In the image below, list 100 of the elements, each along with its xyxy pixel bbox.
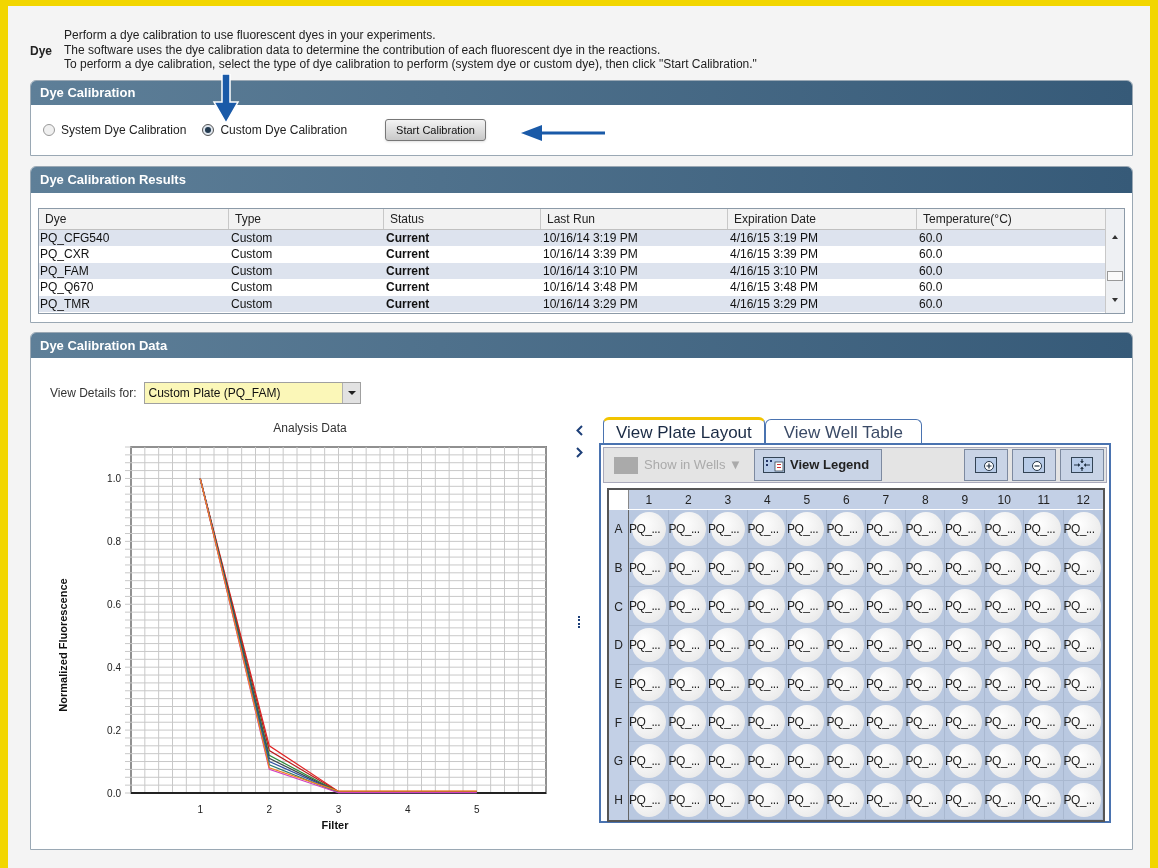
plate-well[interactable]: PQ_... <box>866 703 906 743</box>
radio-label[interactable]: System Dye Calibration <box>61 121 187 139</box>
plate-well[interactable]: PQ_... <box>826 626 866 665</box>
plate-well[interactable]: PQ_... <box>866 664 906 704</box>
plate-well[interactable]: PQ_... <box>866 780 906 820</box>
chevron-right-icon[interactable] <box>576 447 583 458</box>
column-header[interactable]: Last Run <box>541 209 728 229</box>
plate-well[interactable]: PQ_... <box>629 664 669 704</box>
scroll-down-icon[interactable] <box>1112 298 1118 302</box>
plate-well[interactable]: PQ_... <box>1024 548 1064 588</box>
plate-well[interactable]: PQ_... <box>668 626 708 665</box>
plate-well[interactable]: PQ_... <box>866 548 906 588</box>
plate-well[interactable]: PQ_... <box>1024 626 1064 665</box>
plate-well[interactable]: PQ_... <box>905 703 945 743</box>
plate-well[interactable]: PQ_... <box>747 587 787 627</box>
tab[interactable]: View Plate Layout <box>603 417 765 443</box>
plate-well[interactable]: PQ_... <box>905 548 945 588</box>
plate-well[interactable]: PQ_... <box>1024 664 1064 704</box>
plate-well[interactable]: PQ_... <box>668 780 708 820</box>
plate-well[interactable]: PQ_... <box>629 587 669 627</box>
plate-well[interactable]: PQ_... <box>945 742 985 781</box>
plate-well[interactable]: PQ_... <box>984 587 1024 627</box>
column-header[interactable]: Type <box>229 209 384 229</box>
plate-well[interactable]: PQ_... <box>905 780 945 820</box>
plate-well[interactable]: PQ_... <box>866 742 906 781</box>
plate-well[interactable]: PQ_... <box>787 780 827 820</box>
zoom-in-button[interactable] <box>964 449 1008 481</box>
plate-well[interactable]: PQ_... <box>945 587 985 627</box>
plate-well[interactable]: PQ_... <box>787 742 827 781</box>
plate-well[interactable]: PQ_... <box>787 510 827 549</box>
plate-well[interactable]: PQ_... <box>1063 548 1103 588</box>
plate-well[interactable]: PQ_... <box>629 780 669 820</box>
plate-well[interactable]: PQ_... <box>1063 703 1103 743</box>
start-calibration-button[interactable]: Start Calibration <box>385 119 486 141</box>
plate-well[interactable]: PQ_... <box>747 626 787 665</box>
radio-button[interactable] <box>43 124 55 136</box>
plate-well[interactable]: PQ_... <box>945 510 985 549</box>
plate-well[interactable]: PQ_... <box>945 664 985 704</box>
plate-well[interactable]: PQ_... <box>708 780 748 820</box>
plate-well[interactable]: PQ_... <box>866 587 906 627</box>
radio-label[interactable]: Custom Dye Calibration <box>220 121 348 139</box>
plate-well[interactable]: PQ_... <box>668 742 708 781</box>
plate-well[interactable]: PQ_... <box>747 742 787 781</box>
plate-well[interactable]: PQ_... <box>1024 780 1064 820</box>
plate-well[interactable]: PQ_... <box>984 780 1024 820</box>
plate-well[interactable]: PQ_... <box>668 587 708 627</box>
plate-well[interactable]: PQ_... <box>826 510 866 549</box>
plate-well[interactable]: PQ_... <box>708 742 748 781</box>
plate-well[interactable]: PQ_... <box>747 780 787 820</box>
plate-well[interactable]: PQ_... <box>826 664 866 704</box>
plate-well[interactable]: PQ_... <box>708 664 748 704</box>
scroll-up-icon[interactable] <box>1112 235 1118 239</box>
plate-well[interactable]: PQ_... <box>1063 626 1103 665</box>
plate-well[interactable]: PQ_... <box>787 587 827 627</box>
plate-well[interactable]: PQ_... <box>1024 587 1064 627</box>
plate-well[interactable]: PQ_... <box>945 703 985 743</box>
column-header[interactable]: Status <box>384 209 541 229</box>
plate-well[interactable]: PQ_... <box>747 664 787 704</box>
plate-well[interactable]: PQ_... <box>1063 510 1103 549</box>
plate-well[interactable]: PQ_... <box>945 626 985 665</box>
plate-well[interactable]: PQ_... <box>1024 703 1064 743</box>
plate-well[interactable]: PQ_... <box>708 703 748 743</box>
plate-well[interactable]: PQ_... <box>629 548 669 588</box>
plate-well[interactable]: PQ_... <box>866 626 906 665</box>
plate-well[interactable]: PQ_... <box>826 780 866 820</box>
zoom-out-button[interactable] <box>1012 449 1056 481</box>
plate-well[interactable]: PQ_... <box>668 510 708 549</box>
plate-well[interactable]: PQ_... <box>629 510 669 549</box>
radio-button[interactable] <box>202 124 215 136</box>
plate-well[interactable]: PQ_... <box>945 548 985 588</box>
plate-well[interactable]: PQ_... <box>1063 742 1103 781</box>
splitter-handle-icon[interactable] <box>578 616 580 628</box>
plate-well[interactable]: PQ_... <box>1063 780 1103 820</box>
plate-well[interactable]: PQ_... <box>708 587 748 627</box>
column-header[interactable]: Dye <box>39 209 229 229</box>
plate-well[interactable]: PQ_... <box>984 703 1024 743</box>
plate-well[interactable]: PQ_... <box>708 626 748 665</box>
plate-well[interactable]: PQ_... <box>984 510 1024 549</box>
plate-well[interactable]: PQ_... <box>747 510 787 549</box>
plate-well[interactable]: PQ_... <box>984 742 1024 781</box>
plate-well[interactable]: PQ_... <box>905 742 945 781</box>
plate-well[interactable]: PQ_... <box>668 703 708 743</box>
plate-well[interactable]: PQ_... <box>905 626 945 665</box>
chevron-left-icon[interactable] <box>576 425 583 436</box>
plate-well[interactable]: PQ_... <box>629 703 669 743</box>
tab[interactable]: View Well Table <box>764 419 922 443</box>
plate-well[interactable]: PQ_... <box>866 510 906 549</box>
scrollbar[interactable] <box>1105 209 1124 313</box>
plate-well[interactable]: PQ_... <box>708 548 748 588</box>
dropdown-caret-icon[interactable] <box>348 391 356 395</box>
view-legend-button[interactable]: View Legend <box>754 449 882 481</box>
plate-well[interactable]: PQ_... <box>826 742 866 781</box>
plate-well[interactable]: PQ_... <box>629 626 669 665</box>
plate-well[interactable]: PQ_... <box>629 742 669 781</box>
plate-well[interactable]: PQ_... <box>905 587 945 627</box>
plate-well[interactable]: PQ_... <box>826 587 866 627</box>
plate-well[interactable]: PQ_... <box>826 703 866 743</box>
plate-well[interactable]: PQ_... <box>787 664 827 704</box>
plate-well[interactable]: PQ_... <box>668 664 708 704</box>
plate-well[interactable]: PQ_... <box>984 664 1024 704</box>
